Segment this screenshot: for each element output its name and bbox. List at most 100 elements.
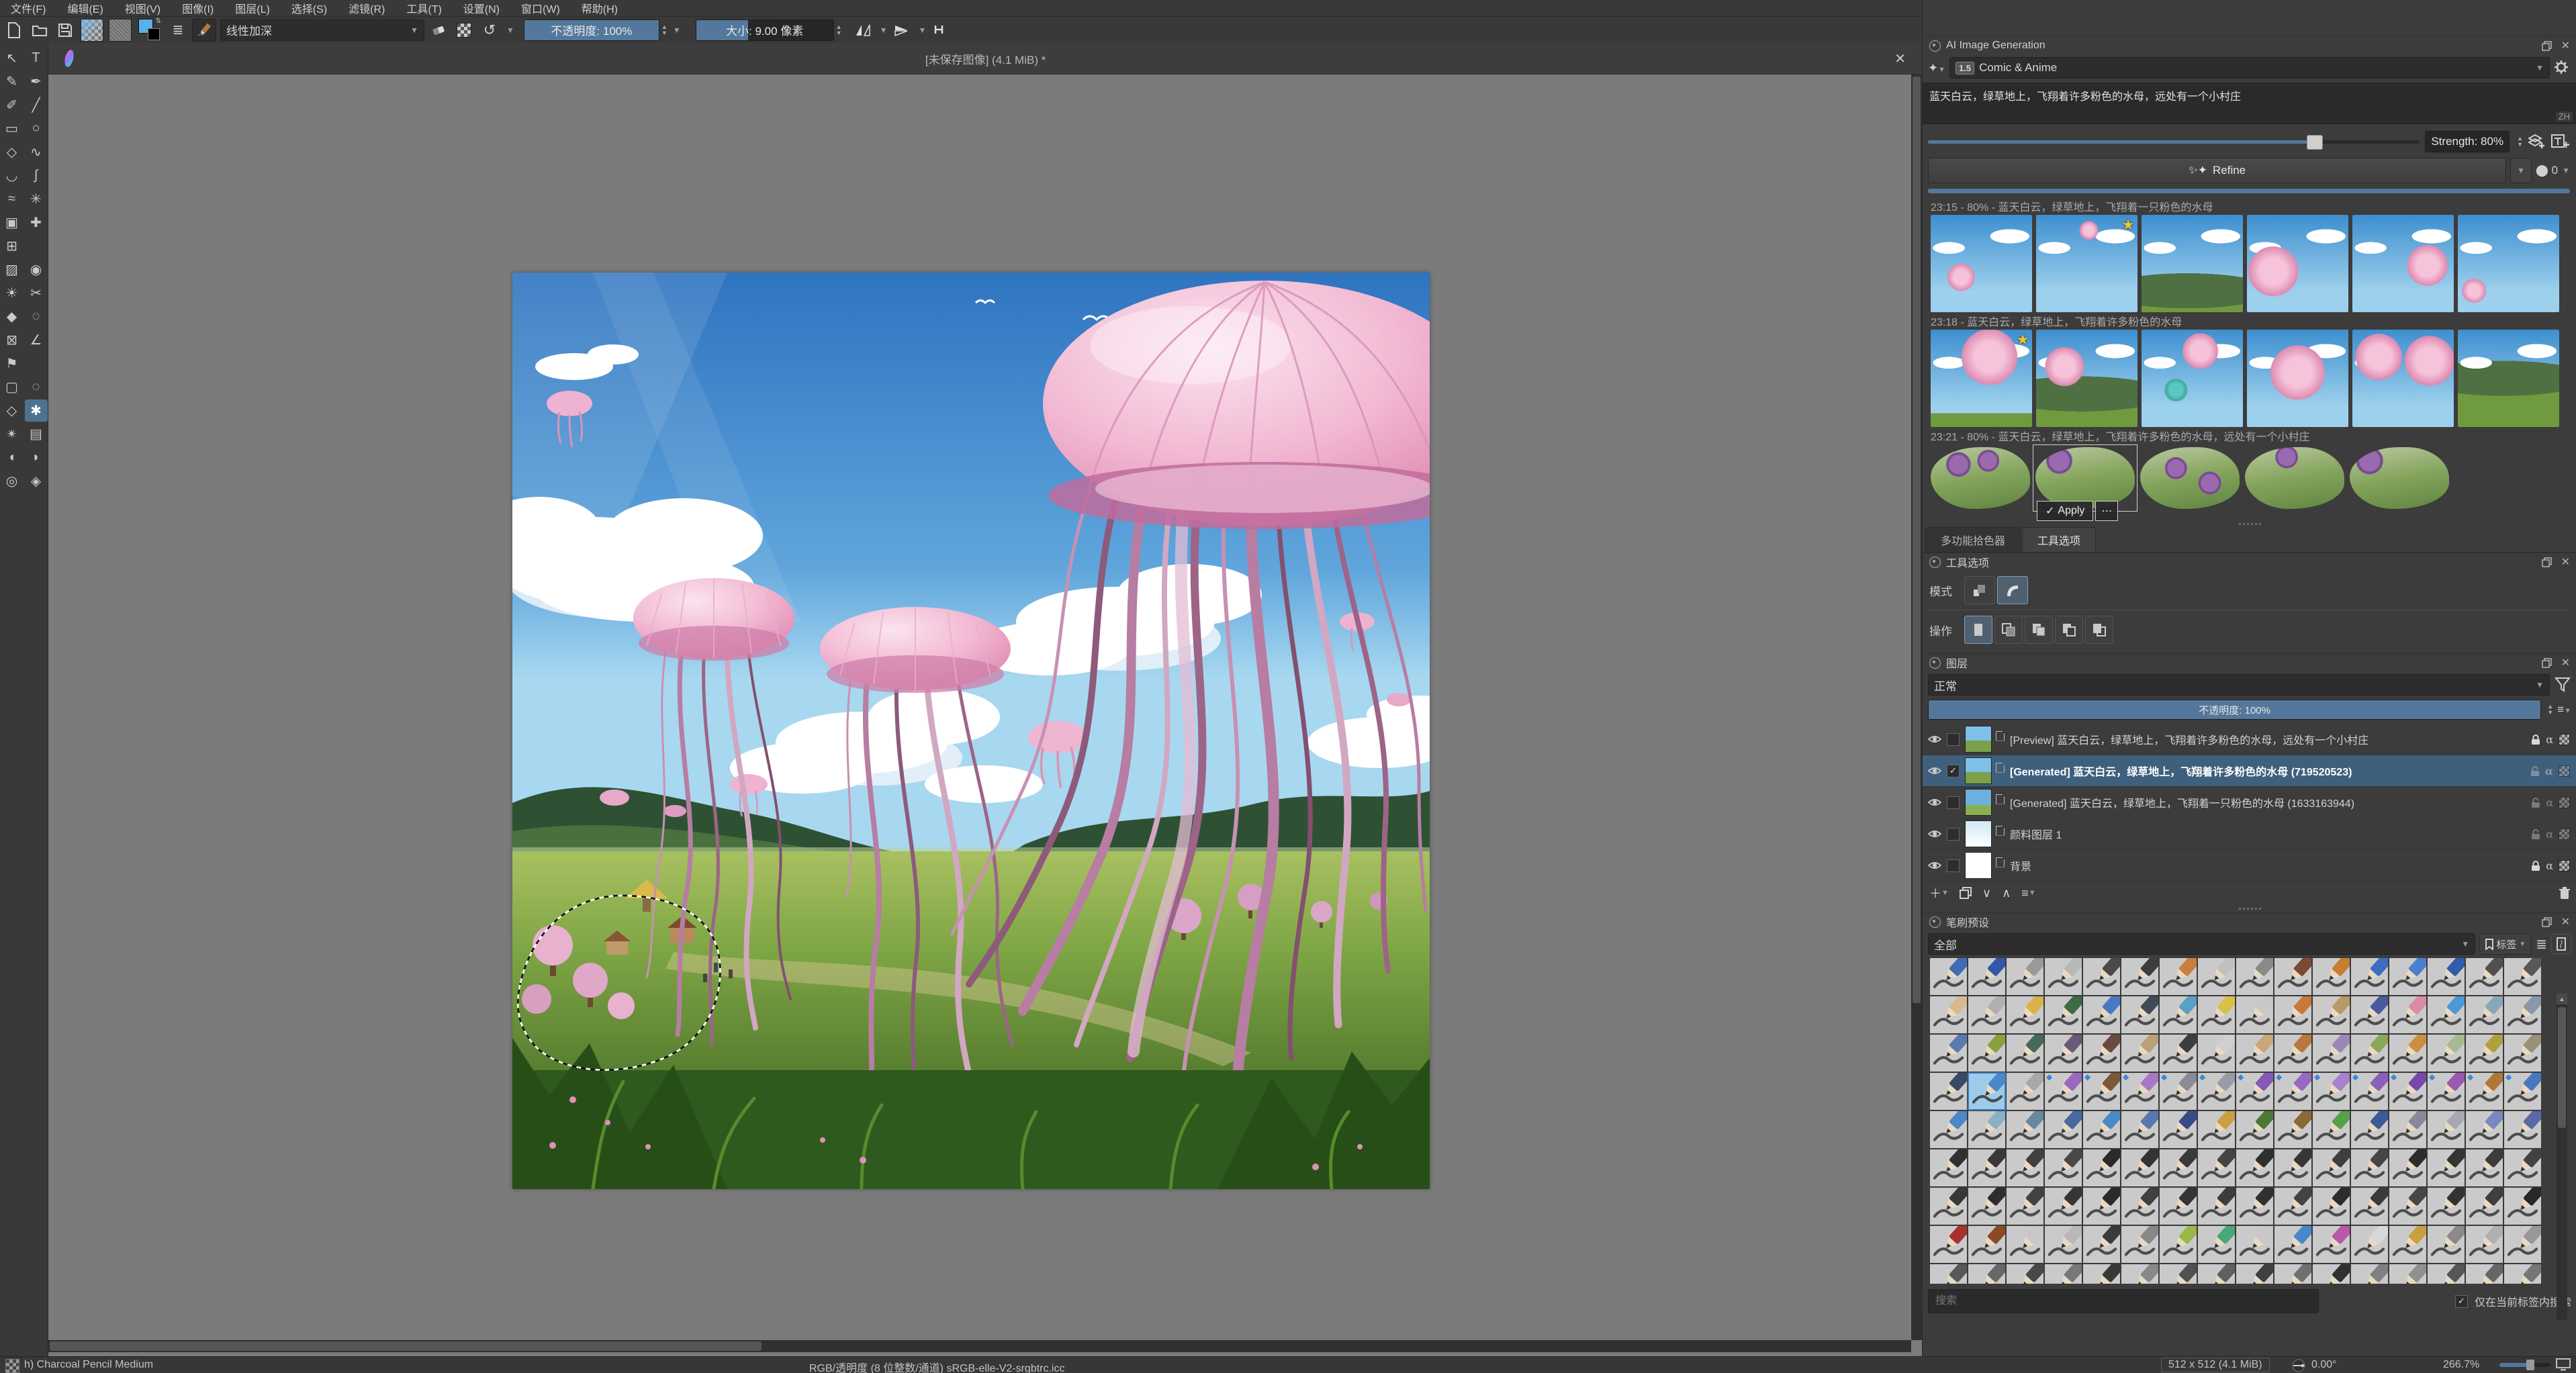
- polyline-tool[interactable]: ∿: [25, 141, 48, 163]
- chevron-down-icon[interactable]: ▼: [2562, 166, 2570, 175]
- blending-mode-dropdown[interactable]: 线性加深 ▼: [220, 19, 424, 41]
- brush-preset-tile[interactable]: [2274, 1255, 2320, 1284]
- brush-preset-tile[interactable]: [2503, 1178, 2550, 1225]
- brush-preset-tile[interactable]: [2082, 1178, 2129, 1225]
- inherit-alpha-icon[interactable]: [2559, 859, 2570, 871]
- prompt-language-badge[interactable]: ZH: [2555, 111, 2573, 122]
- search-current-tag-checkbox[interactable]: ✓: [2454, 1294, 2468, 1308]
- brush-preset-tile[interactable]: [2503, 987, 2550, 1034]
- alpha-channel-icon[interactable]: α: [2546, 859, 2553, 872]
- brush-preset-tile[interactable]: [2465, 1255, 2512, 1284]
- brush-preset-tile[interactable]: [2465, 987, 2512, 1034]
- brush-preset-tile[interactable]: [1929, 1178, 1976, 1225]
- brush-preset-tile[interactable]: [2197, 1178, 2244, 1225]
- brush-preset-tile[interactable]: [2427, 1178, 2473, 1225]
- generated-thumbnail[interactable]: [2247, 330, 2348, 427]
- brush-preset-tile[interactable]: [2006, 1063, 2052, 1110]
- menu-l[interactable]: 图层(L): [224, 0, 281, 16]
- brush-preset-tile[interactable]: [2197, 1217, 2244, 1264]
- brush-preset-tile[interactable]: [2197, 1102, 2244, 1149]
- canvas-hscrollbar-thumb[interactable]: [50, 1341, 762, 1351]
- menu-n[interactable]: 设置(N): [453, 0, 510, 16]
- alpha-channel-icon[interactable]: α: [2546, 733, 2553, 746]
- brush-preset-tile[interactable]: ◆: [2236, 1063, 2282, 1110]
- colorspace-info[interactable]: RGB/透明度 (8 位整数/通道) sRGB-elle-V2-srgbtrc.…: [809, 1359, 1065, 1373]
- generated-thumbnail[interactable]: [1931, 215, 2032, 312]
- brush-preset-tile[interactable]: [2197, 987, 2244, 1034]
- brush-preset-tile[interactable]: [2312, 987, 2358, 1034]
- inherit-alpha-icon[interactable]: [2559, 765, 2570, 777]
- brush-preset-tile[interactable]: [2236, 1178, 2282, 1225]
- gradient-tool[interactable]: ▨: [1, 258, 24, 281]
- zoom-to-fit-monitor-icon[interactable]: [2556, 1358, 2571, 1372]
- style-preset-dropdown[interactable]: 1.5 Comic & Anime ▼: [1949, 57, 2550, 79]
- layer-select-checkbox[interactable]: ✓: [1947, 764, 1960, 777]
- measure-tool[interactable]: ∠: [25, 329, 48, 351]
- menu-w[interactable]: 窗口(W): [510, 0, 571, 16]
- docker-pin-icon[interactable]: [1929, 40, 1941, 52]
- brush-preset-tile[interactable]: [1929, 1102, 1976, 1149]
- layer-row[interactable]: 背景 α: [1923, 850, 2576, 882]
- layer-lock-icon[interactable]: [2531, 734, 2540, 745]
- menu-r[interactable]: 滤镜(R): [338, 0, 396, 16]
- crop-tool[interactable]: ⊞: [1, 235, 24, 257]
- brush-preset-tile[interactable]: [2082, 1217, 2129, 1264]
- brush-preset-tile[interactable]: [1968, 1255, 2014, 1284]
- brush-preset-tile[interactable]: [2044, 1217, 2090, 1264]
- layer-lock-icon[interactable]: [2531, 860, 2540, 871]
- brush-preset-tile[interactable]: [2236, 957, 2282, 996]
- generated-thumbnail[interactable]: [2036, 330, 2137, 427]
- brush-preset-tile[interactable]: [2350, 1217, 2397, 1264]
- swap-colors-icon[interactable]: ⇅: [156, 17, 161, 25]
- brush-preset-tile[interactable]: [2236, 1102, 2282, 1149]
- assistants-tool[interactable]: ⊠: [1, 329, 24, 351]
- tab-advanced-color-selector[interactable]: 多功能拾色器: [1925, 527, 2021, 552]
- brush-preset-tile[interactable]: [2350, 957, 2397, 996]
- generated-region-thumbnail[interactable]: [2140, 447, 2240, 509]
- freehand-select-tool[interactable]: ✱: [24, 399, 48, 422]
- move-layer-down-button[interactable]: ∨: [1982, 886, 1991, 900]
- favorite-star-icon[interactable]: ★: [2121, 216, 2135, 234]
- generated-region-thumbnail[interactable]: ✓ Apply ⋯: [2033, 444, 2137, 521]
- inherit-alpha-icon[interactable]: [2559, 796, 2570, 808]
- brush-preset-tile[interactable]: [2121, 987, 2167, 1034]
- selection-add-button[interactable]: [2025, 616, 2053, 644]
- layer-thumbnail[interactable]: [1965, 789, 1992, 816]
- float-docker-icon[interactable]: [2541, 557, 2552, 567]
- add-layer-button[interactable]: ＋ ▼: [1929, 884, 1949, 902]
- docker-pin-icon[interactable]: [1929, 657, 1941, 669]
- brush-preset-tile[interactable]: ◆: [2197, 1063, 2244, 1110]
- brush-preset-tile[interactable]: [1968, 987, 2014, 1034]
- zoom-slider[interactable]: [2499, 1360, 2550, 1370]
- freehand-select2-tool[interactable]: ◗: [25, 446, 48, 469]
- transform-tool[interactable]: ▣: [1, 211, 24, 234]
- brush-preset-tile[interactable]: [2350, 987, 2397, 1034]
- layer-visibility-eye-icon[interactable]: [1928, 797, 1941, 808]
- brush-preset-tile[interactable]: [2044, 957, 2090, 996]
- layer-select-checkbox[interactable]: [1947, 796, 1960, 809]
- brush-preset-tile[interactable]: [2236, 987, 2282, 1034]
- selection-subtract-button[interactable]: [2055, 616, 2083, 644]
- layer-thumbnail[interactable]: [1965, 757, 1992, 784]
- brush-preset-tile[interactable]: [1968, 1140, 2014, 1187]
- tag-button[interactable]: 标签 ▼: [2479, 933, 2532, 955]
- brush-preset-tile[interactable]: [2274, 1140, 2320, 1187]
- brush-preset-tile[interactable]: [2465, 1217, 2512, 1264]
- brush-preset-tile[interactable]: [2159, 1025, 2205, 1072]
- layer-name[interactable]: 颜料图层 1: [2010, 826, 2062, 842]
- mirror-vertical-button[interactable]: [890, 19, 913, 41]
- canvas-vscrollbar[interactable]: [1911, 74, 1922, 1340]
- canvas-rotation-dial-icon[interactable]: [2291, 1358, 2306, 1373]
- more-options-button[interactable]: ⋯: [2095, 501, 2119, 521]
- close-document-icon[interactable]: ✕: [1894, 50, 1906, 67]
- menu-i[interactable]: 图像(I): [171, 0, 224, 16]
- generated-thumbnail[interactable]: [2352, 215, 2454, 312]
- generated-region-thumbnail[interactable]: [2350, 447, 2449, 509]
- generated-thumbnail[interactable]: [2142, 330, 2243, 427]
- brush-tag-filter-dropdown[interactable]: 全部 ▼: [1928, 933, 2476, 955]
- brush-preset-tile[interactable]: [2159, 1255, 2205, 1284]
- brush-preset-tile[interactable]: [2121, 1102, 2167, 1149]
- brush-preset-tile[interactable]: [2312, 1255, 2358, 1284]
- brush-preset-tile[interactable]: ◆: [2082, 1063, 2129, 1110]
- zoom-slider-handle[interactable]: [2526, 1360, 2534, 1370]
